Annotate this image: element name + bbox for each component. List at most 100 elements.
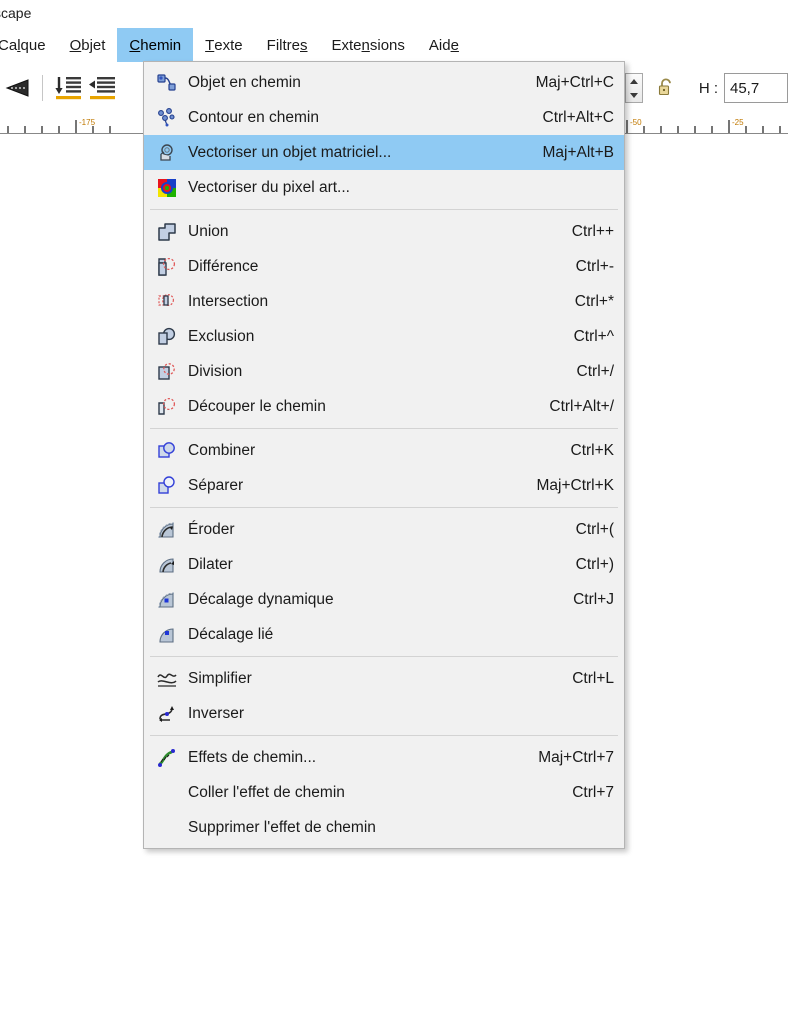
menu-item-label: Décalage dynamique [188, 590, 334, 608]
menu-item-shortcut: Maj+Alt+B [542, 143, 614, 161]
stepper-up-icon[interactable] [629, 78, 638, 84]
break-apart-icon [152, 474, 182, 498]
menu-item-division[interactable]: Division Ctrl+/ [144, 354, 624, 389]
menu-item-coller-leffet-de-chemin[interactable]: Coller l'effet de chemin Ctrl+7 [144, 775, 624, 810]
no-icon [152, 816, 182, 840]
menubar: Ca l que Objet Chemin Texte Filtre s Exte n sions A… [0, 28, 788, 62]
reverse-icon [152, 702, 182, 726]
value-stepper[interactable] [624, 73, 643, 103]
trace-bitmap-icon [152, 141, 182, 165]
window-titlebar: scape [0, 0, 788, 26]
menu-item-label: Division [188, 362, 243, 380]
menu-item-décalage-dynamique[interactable]: Décalage dynamique Ctrl+J [144, 582, 624, 617]
menu-item-union[interactable]: Union Ctrl++ [144, 214, 624, 249]
menubar-item-texte[interactable]: Texte [193, 28, 255, 62]
menubar-item-objet[interactable]: Objet [58, 28, 118, 62]
menu-item-label: Éroder [188, 520, 235, 538]
menu-item-shortcut: Ctrl+Alt+/ [549, 397, 614, 415]
object-to-path-icon [152, 71, 182, 95]
stepper-down-icon[interactable] [629, 92, 638, 98]
menu-item-shortcut: Ctrl++ [571, 222, 614, 240]
menu-item-découper-le-chemin[interactable]: Découper le chemin Ctrl+Alt+/ [144, 389, 624, 424]
trace-pixelart-icon [152, 176, 182, 200]
menu-item-label: Vectoriser du pixel art... [188, 178, 350, 196]
menu-separator [150, 656, 618, 657]
menu-item-inverser[interactable]: Inverser [144, 696, 624, 731]
menubar-item-chemin[interactable]: Chemin [117, 28, 194, 62]
menu-item-shortcut: Ctrl+) [575, 555, 614, 573]
toolbar-separator [42, 75, 43, 101]
menu-item-shortcut: Maj+Ctrl+K [536, 476, 614, 494]
menu-item-shortcut: Ctrl+7 [572, 783, 614, 801]
menu-item-vectoriser-un-objet-matriciel[interactable]: Vectoriser un objet matriciel... Maj+Alt+… [144, 135, 624, 170]
menu-item-exclusion[interactable]: Exclusion Ctrl+^ [144, 319, 624, 354]
height-field[interactable]: 45,7 [724, 73, 788, 103]
ruler-tick-label: -175 [79, 118, 96, 127]
menu-item-simplifier[interactable]: Simplifier Ctrl+L [144, 661, 624, 696]
exclusion-icon [152, 325, 182, 349]
path-menu-popup: Objet en chemin Maj+Ctrl+C Contour en chem… [143, 61, 625, 849]
menu-item-shortcut: Ctrl+^ [573, 327, 614, 345]
menu-item-shortcut: Ctrl+- [575, 257, 614, 275]
menubar-item-extensions[interactable]: Exte n sions [320, 28, 417, 62]
path-effects-icon [152, 746, 182, 770]
menu-item-shortcut: Ctrl+L [572, 669, 614, 687]
menu-item-label: Combiner [188, 441, 256, 459]
menu-separator [150, 507, 618, 508]
menu-item-effets-de-chemin[interactable]: Effets de chemin... Maj+Ctrl+7 [144, 740, 624, 775]
menu-item-shortcut: Ctrl+* [574, 292, 614, 310]
menu-item-label: Intersection [188, 292, 269, 310]
menu-item-vectoriser-du-pixel-art[interactable]: Vectoriser du pixel art... [144, 170, 624, 205]
menu-item-label: Décalage lié [188, 625, 274, 643]
unlock-icon[interactable] [655, 75, 677, 101]
menu-item-dilater[interactable]: Dilater Ctrl+) [144, 547, 624, 582]
flip-horizontal-icon[interactable] [0, 71, 34, 105]
menu-item-shortcut: Ctrl+J [573, 590, 614, 608]
menu-item-label: Objet en chemin [188, 73, 301, 91]
simplify-icon [152, 667, 182, 691]
dynamic-offset-icon [152, 588, 182, 612]
no-icon [152, 781, 182, 805]
menubar-item-aide[interactable]: Aid e [417, 28, 471, 62]
menu-item-label: Différence [188, 257, 259, 275]
menu-item-label: Union [188, 222, 229, 240]
menu-item-intersection[interactable]: Intersection Ctrl+* [144, 284, 624, 319]
menu-item-séparer[interactable]: Séparer Maj+Ctrl+K [144, 468, 624, 503]
intersection-icon [152, 290, 182, 314]
menu-item-supprimer-leffet-de-chemin[interactable]: Supprimer l'effet de chemin [144, 810, 624, 845]
difference-icon [152, 255, 182, 279]
menu-item-combiner[interactable]: Combiner Ctrl+K [144, 433, 624, 468]
menu-separator [150, 428, 618, 429]
menu-item-éroder[interactable]: Éroder Ctrl+( [144, 512, 624, 547]
menu-item-label: Exclusion [188, 327, 255, 345]
height-field-label: H : [698, 79, 718, 97]
union-icon [152, 220, 182, 244]
align-bottom-icon[interactable] [51, 71, 85, 105]
menu-item-label: Effets de chemin... [188, 748, 317, 766]
align-left-indent-icon[interactable] [85, 71, 119, 105]
menu-item-shortcut: Ctrl+Alt+C [542, 108, 615, 126]
menu-item-contour-en-chemin[interactable]: Contour en chemin Ctrl+Alt+C [144, 100, 624, 135]
menu-item-label: Simplifier [188, 669, 252, 687]
menubar-item-filtres[interactable]: Filtre s [255, 28, 320, 62]
combine-icon [152, 439, 182, 463]
inset-icon [152, 518, 182, 542]
menu-separator [150, 209, 618, 210]
ruler-tick-label: -50 [630, 118, 642, 127]
menu-item-label: Dilater [188, 555, 233, 573]
division-icon [152, 360, 182, 384]
menubar-item-calque[interactable]: Ca l que [0, 28, 58, 62]
menu-item-label: Vectoriser un objet matriciel... [188, 143, 392, 161]
menu-item-label: Découper le chemin [188, 397, 326, 415]
menu-item-label: Coller l'effet de chemin [188, 783, 345, 801]
menu-item-objet-en-chemin[interactable]: Objet en chemin Maj+Ctrl+C [144, 65, 624, 100]
height-field-value: 45,7 [730, 79, 760, 97]
menu-item-shortcut: Maj+Ctrl+C [535, 73, 614, 91]
cut-path-icon [152, 395, 182, 419]
menu-item-label: Inverser [188, 704, 244, 722]
menu-item-label: Séparer [188, 476, 244, 494]
menu-item-décalage-lié[interactable]: Décalage lié [144, 617, 624, 652]
window-title: scape [0, 5, 32, 21]
ruler-tick-label: -25 [732, 118, 744, 127]
menu-item-différence[interactable]: Différence Ctrl+- [144, 249, 624, 284]
